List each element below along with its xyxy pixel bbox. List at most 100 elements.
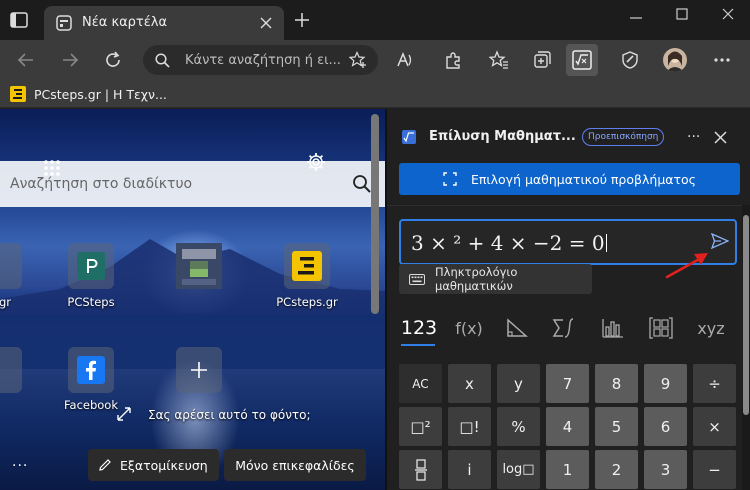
quick-link-pixelated[interactable] bbox=[176, 243, 222, 289]
pane-close-icon[interactable] bbox=[714, 131, 727, 144]
key-1[interactable]: 1 bbox=[546, 450, 589, 489]
address-input[interactable] bbox=[185, 45, 345, 75]
window-close-icon[interactable] bbox=[722, 8, 734, 20]
pcsteps-gr-icon bbox=[292, 251, 322, 281]
key-x[interactable]: x bbox=[448, 364, 491, 403]
quick-link-facebook[interactable] bbox=[68, 347, 114, 393]
plus-icon bbox=[191, 362, 207, 378]
page-scrollbar[interactable] bbox=[371, 114, 379, 314]
quick-link-pcsteps-gr[interactable] bbox=[284, 243, 330, 289]
refresh-icon[interactable] bbox=[103, 50, 123, 70]
settings-more-icon[interactable] bbox=[712, 50, 732, 70]
web-search-input[interactable] bbox=[10, 161, 330, 207]
headlines-only-label: Μόνο επικεφαλίδες bbox=[235, 457, 355, 473]
minimize-icon[interactable] bbox=[630, 12, 642, 24]
send-submit-icon[interactable] bbox=[711, 233, 729, 249]
tab-new-tab[interactable]: Νέα καρτέλα bbox=[44, 6, 284, 40]
new-tab-page: gr PCSteps PCsteps.gr Facebook Σας αρέσε… bbox=[0, 109, 385, 490]
tab-numbers[interactable]: 123 bbox=[401, 313, 437, 343]
favorite-label: PCsteps.gr | Η Τεχν... bbox=[34, 86, 167, 102]
bar-chart-icon bbox=[602, 319, 623, 338]
quick-link-label: PCsteps.gr bbox=[276, 295, 338, 309]
math-solver-icon[interactable] bbox=[566, 44, 598, 76]
divider bbox=[387, 205, 750, 206]
tab-statistics[interactable] bbox=[595, 313, 631, 343]
pane-scrollbar[interactable] bbox=[742, 205, 750, 490]
key-4[interactable]: 4 bbox=[546, 407, 589, 446]
key-divide[interactable]: ÷ bbox=[693, 364, 736, 403]
preview-badge: Προεπισκόπηση bbox=[582, 128, 665, 146]
fraction-icon bbox=[414, 458, 427, 481]
quick-link-label: PCSteps bbox=[67, 295, 115, 309]
tab-variables[interactable]: xyz bbox=[693, 313, 729, 343]
maximize-icon[interactable] bbox=[676, 8, 688, 20]
new-tab-plus-icon[interactable] bbox=[294, 12, 310, 28]
add-favorite-icon[interactable] bbox=[349, 51, 367, 69]
facebook-icon bbox=[77, 356, 105, 384]
math-expression-text: 3 × ² + 4 × −2 = 0 bbox=[411, 231, 605, 255]
background-feedback-text[interactable]: Σας αρέσει αυτό το φόντο; bbox=[148, 408, 311, 422]
text-caret bbox=[605, 234, 607, 252]
search-icon[interactable] bbox=[352, 174, 372, 194]
tab-functions[interactable]: f(x) bbox=[451, 313, 487, 343]
math-solver-logo-icon bbox=[401, 129, 417, 145]
expand-background-icon[interactable] bbox=[116, 406, 132, 422]
customize-button[interactable]: Εξατομίκευση bbox=[88, 449, 219, 481]
headlines-only-button[interactable]: Μόνο επικεφαλίδες bbox=[224, 449, 366, 481]
pane-more-options[interactable]: ··· bbox=[687, 129, 700, 145]
key-clear[interactable]: AC bbox=[399, 364, 442, 403]
key-fraction[interactable] bbox=[399, 450, 442, 489]
math-expression: 3 × ² + 4 × −2 = 0 bbox=[411, 231, 607, 255]
pcsteps-favicon-icon bbox=[10, 86, 26, 102]
tab-actions-icon[interactable] bbox=[10, 12, 28, 28]
triangle-icon bbox=[507, 318, 528, 337]
key-3[interactable]: 3 bbox=[644, 450, 687, 489]
favorites-icon[interactable] bbox=[489, 50, 509, 70]
key-6[interactable]: 6 bbox=[644, 407, 687, 446]
new-tab-icon bbox=[56, 15, 72, 31]
key-multiply[interactable]: × bbox=[693, 407, 736, 446]
more-options[interactable]: ··· bbox=[12, 458, 28, 474]
tab-matrices[interactable] bbox=[643, 313, 679, 343]
read-aloud-icon[interactable] bbox=[394, 50, 414, 70]
quick-link-tile[interactable] bbox=[0, 347, 22, 393]
key-7[interactable]: 7 bbox=[546, 364, 589, 403]
key-y[interactable]: y bbox=[497, 364, 540, 403]
tab-close-icon[interactable] bbox=[260, 17, 272, 29]
extensions-icon[interactable] bbox=[443, 50, 463, 70]
pencil-icon bbox=[98, 458, 112, 472]
toolbar bbox=[0, 40, 750, 80]
key-imaginary[interactable]: i bbox=[448, 450, 491, 489]
select-math-problem-button[interactable]: Επιλογή μαθηματικού προβλήματος bbox=[399, 163, 740, 195]
key-2[interactable]: 2 bbox=[595, 450, 638, 489]
key-minus[interactable]: − bbox=[693, 450, 736, 489]
key-8[interactable]: 8 bbox=[595, 364, 638, 403]
key-5[interactable]: 5 bbox=[595, 407, 638, 446]
quick-link-tile[interactable] bbox=[0, 243, 22, 289]
pane-scrollbar-thumb[interactable] bbox=[743, 215, 749, 415]
key-9[interactable]: 9 bbox=[644, 364, 687, 403]
math-keyboard-label: Πληκτρολόγιο μαθηματικών bbox=[435, 265, 518, 293]
address-bar[interactable] bbox=[143, 45, 378, 75]
performance-icon[interactable] bbox=[620, 50, 640, 70]
keyboard-icon bbox=[409, 273, 425, 285]
back-arrow-icon[interactable] bbox=[16, 50, 36, 70]
favorite-pcsteps[interactable]: PCsteps.gr | Η Τεχν... bbox=[10, 85, 167, 103]
profile-avatar[interactable] bbox=[663, 48, 687, 72]
tab-calculus[interactable] bbox=[547, 313, 583, 343]
math-keyboard-toggle-button[interactable]: Πληκτρολόγιο μαθηματικών bbox=[399, 264, 592, 294]
key-square[interactable]: □² bbox=[399, 407, 442, 446]
quick-link-label: gr bbox=[0, 295, 12, 309]
web-search-bar[interactable] bbox=[0, 161, 385, 207]
key-percent[interactable]: % bbox=[497, 407, 540, 446]
quick-link-pcsteps[interactable] bbox=[68, 243, 114, 289]
pane-header: Επίλυση Μαθηματ... Προεπισκόπηση ··· bbox=[387, 109, 750, 159]
collections-icon[interactable] bbox=[532, 50, 552, 70]
pcsteps-p-icon bbox=[77, 252, 105, 280]
math-solver-pane: Επίλυση Μαθηματ... Προεπισκόπηση ··· Επι… bbox=[387, 109, 750, 490]
key-log[interactable]: log□ bbox=[497, 450, 540, 489]
key-factorial[interactable]: □! bbox=[448, 407, 491, 446]
forward-arrow-icon[interactable] bbox=[60, 50, 80, 70]
tab-trigonometry[interactable] bbox=[499, 313, 535, 343]
add-quick-link-button[interactable] bbox=[176, 347, 222, 393]
